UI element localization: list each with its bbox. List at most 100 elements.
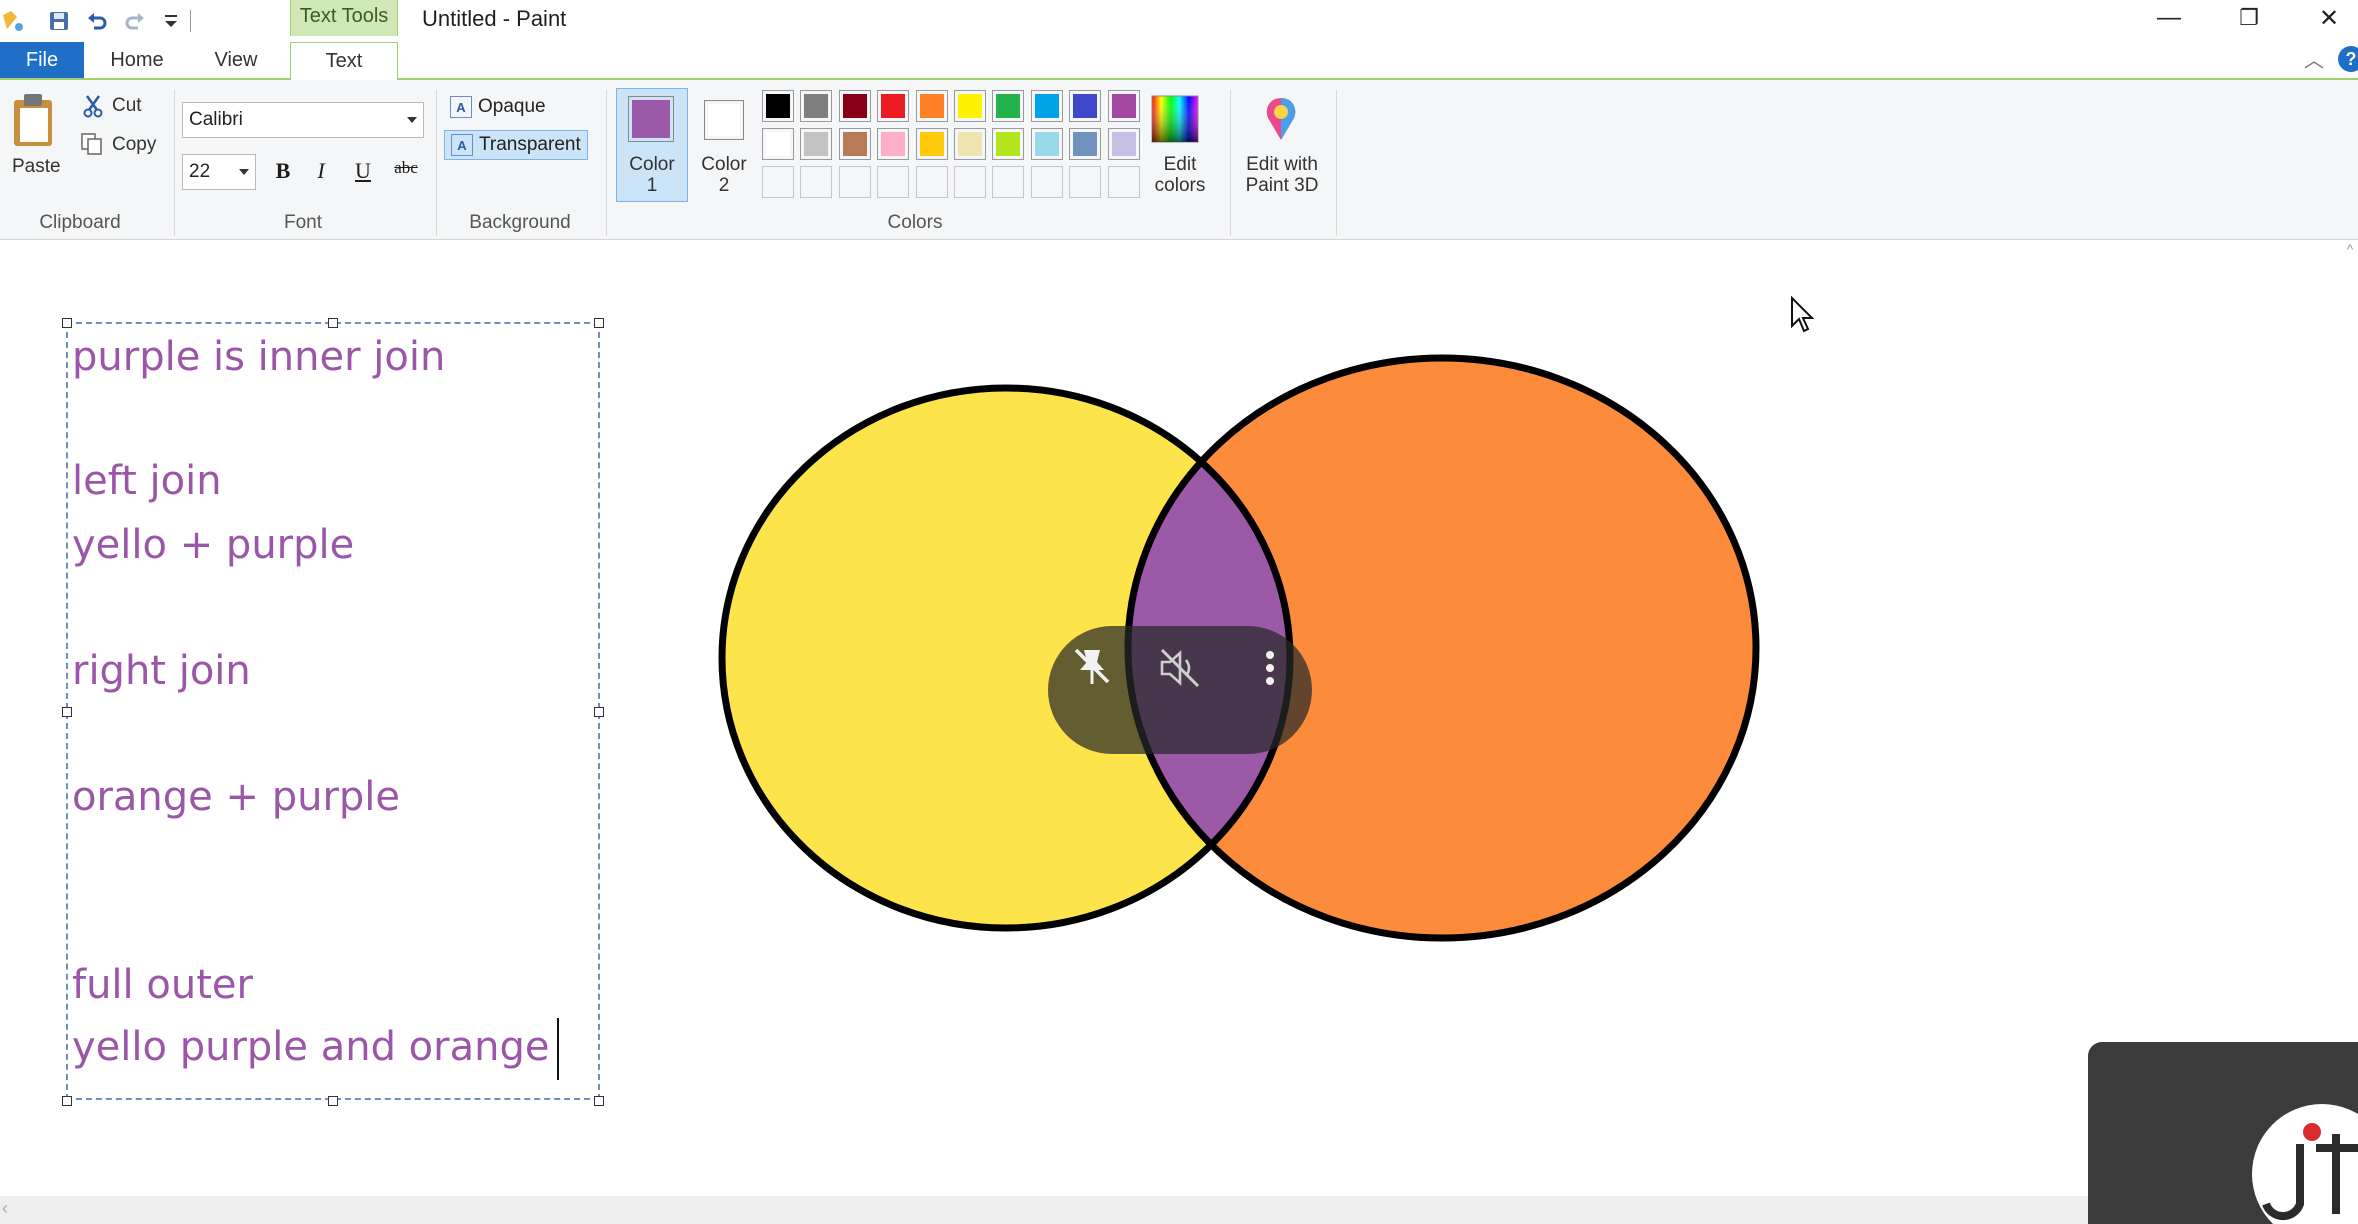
font-family-select[interactable]: Calibri [182, 102, 424, 138]
opaque-button[interactable]: A Opaque [444, 92, 552, 122]
tab-file[interactable]: File [0, 42, 84, 78]
edit-colors-button[interactable]: Edit colors [1140, 154, 1220, 196]
palette-swatch-color [842, 132, 867, 156]
resize-handle[interactable] [594, 707, 604, 717]
window-title: Untitled - Paint [422, 6, 567, 31]
palette-swatch[interactable] [762, 166, 794, 198]
resize-handle[interactable] [594, 318, 604, 328]
paste-icon[interactable] [12, 92, 58, 148]
paint3d-icon[interactable] [1258, 94, 1304, 146]
tab-home[interactable]: Home [100, 42, 174, 78]
cut-icon[interactable] [82, 94, 104, 118]
close-button[interactable]: ✕ [2290, 0, 2358, 36]
paste-button[interactable]: Paste [12, 156, 61, 178]
underline-button[interactable]: U [348, 158, 378, 186]
strikethrough-button[interactable]: abc [388, 158, 424, 186]
resize-handle[interactable] [62, 707, 72, 717]
text-line: yello + purple [72, 522, 355, 568]
palette-swatch[interactable] [1030, 90, 1063, 122]
palette-swatch[interactable] [800, 90, 833, 122]
palette-swatch-color [881, 94, 906, 118]
resize-handle[interactable] [62, 318, 72, 328]
copy-button[interactable]: Copy [112, 134, 156, 156]
palette-swatch[interactable] [838, 128, 871, 160]
cut-button[interactable]: Cut [112, 95, 142, 117]
logo-badge [2252, 1104, 2358, 1224]
scroll-up-icon[interactable]: ^ [2342, 241, 2358, 261]
palette-swatch[interactable] [1069, 90, 1102, 122]
opaque-icon: A [450, 96, 472, 118]
group-separator [436, 90, 437, 236]
transparent-button[interactable]: A Transparent [444, 130, 588, 160]
redo-icon[interactable] [122, 8, 148, 34]
help-button[interactable]: ? [2338, 46, 2358, 72]
palette-swatch[interactable] [838, 90, 871, 122]
more-vertical-icon[interactable] [1244, 642, 1296, 694]
group-separator [606, 90, 607, 236]
copy-icon[interactable] [80, 132, 104, 156]
palette-swatch[interactable] [1107, 90, 1140, 122]
palette-swatch[interactable] [1069, 166, 1102, 198]
save-icon[interactable] [46, 8, 72, 34]
palette-swatch[interactable] [877, 166, 910, 198]
font-size-select[interactable]: 22 [182, 154, 256, 190]
palette-swatch[interactable] [992, 128, 1025, 160]
palette-swatch[interactable] [915, 166, 948, 198]
palette-swatch-color [1111, 94, 1136, 118]
palette-swatch[interactable] [800, 166, 833, 198]
palette-swatch[interactable] [915, 90, 948, 122]
text-line: full outer [72, 962, 253, 1008]
palette-swatch[interactable] [800, 128, 833, 160]
palette-swatch[interactable] [762, 128, 794, 160]
resize-handle[interactable] [328, 318, 338, 328]
paint-app-icon[interactable] [0, 8, 26, 34]
palette-swatch[interactable] [992, 166, 1025, 198]
minimize-button[interactable]: — [2130, 0, 2208, 36]
font-group-label: Font [283, 212, 323, 233]
resize-handle[interactable] [62, 1096, 72, 1106]
palette-swatch[interactable] [877, 128, 910, 160]
color2-swatch[interactable] [704, 100, 744, 140]
color1-label: Color 1 [629, 154, 675, 196]
palette-swatch[interactable] [762, 90, 794, 122]
restore-button[interactable]: ❐ [2210, 0, 2288, 36]
collapse-ribbon-icon[interactable]: ︿ [2304, 44, 2324, 73]
palette-swatch[interactable] [1030, 166, 1063, 198]
palette-swatch[interactable] [1107, 166, 1140, 198]
palette-swatch[interactable] [877, 90, 910, 122]
tab-text[interactable]: Text [290, 42, 398, 82]
palette-swatch-color [766, 94, 790, 118]
color1-swatch [628, 96, 674, 142]
palette-swatch[interactable] [954, 90, 986, 122]
palette-swatch-color [958, 132, 982, 156]
bold-button[interactable]: B [268, 158, 298, 186]
resize-handle[interactable] [328, 1096, 338, 1106]
palette-swatch[interactable] [1069, 128, 1102, 160]
group-separator [1230, 90, 1231, 236]
palette-swatch-color [804, 132, 829, 156]
palette-swatch-color [919, 132, 944, 156]
palette-swatch[interactable] [1107, 128, 1140, 160]
palette-swatch[interactable] [915, 128, 948, 160]
text-line: left join [72, 458, 222, 504]
scroll-left-icon[interactable]: ‹ [2, 1198, 8, 1219]
undo-icon[interactable] [84, 8, 110, 34]
palette-swatch[interactable] [1030, 128, 1063, 160]
palette-swatch[interactable] [954, 128, 986, 160]
resize-handle[interactable] [594, 1096, 604, 1106]
tab-view[interactable]: View [200, 42, 272, 78]
palette-swatch[interactable] [954, 166, 986, 198]
customize-quick-access-icon[interactable] [158, 8, 184, 34]
font-family-value: Calibri [189, 109, 243, 130]
text-line: orange + purple [72, 774, 401, 820]
text-caret [557, 1018, 559, 1080]
edit-with-paint3d-button[interactable]: Edit with Paint 3D [1236, 154, 1328, 196]
muted-speaker-icon[interactable] [1154, 642, 1206, 694]
background-group-label: Background [469, 212, 571, 233]
unpin-icon[interactable] [1066, 640, 1118, 692]
palette-swatch[interactable] [992, 90, 1025, 122]
italic-button[interactable]: I [306, 158, 336, 186]
palette-swatch[interactable] [838, 166, 871, 198]
horizontal-scrollbar[interactable] [0, 1196, 2358, 1224]
edit-colors-icon[interactable] [1150, 94, 1200, 144]
